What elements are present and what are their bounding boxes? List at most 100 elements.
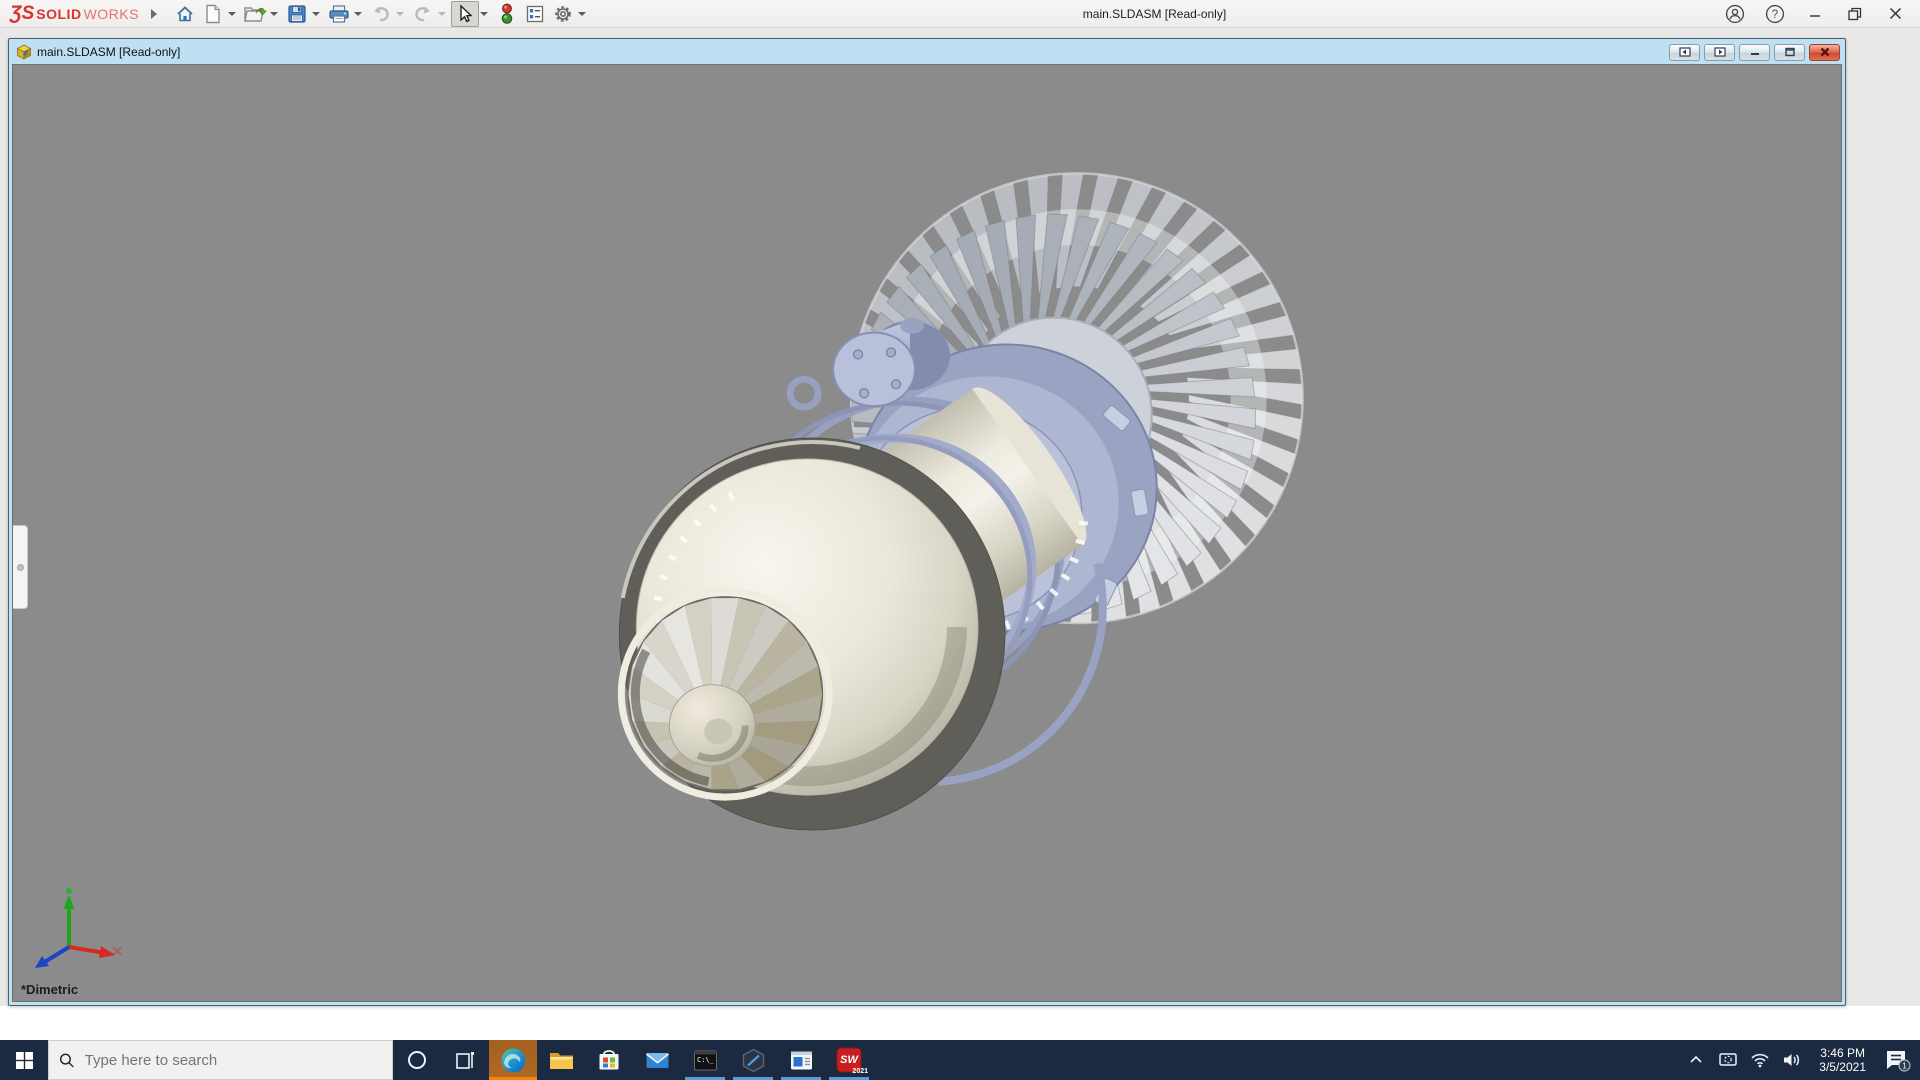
select-tool-button[interactable]: [450, 0, 479, 27]
connected-display-icon: [1719, 1053, 1738, 1066]
connected-display-button[interactable]: [1715, 1040, 1741, 1080]
statusbar-strip: [0, 1006, 1920, 1040]
new-document-icon: [206, 4, 220, 23]
chevron-up-icon: [1690, 1055, 1702, 1063]
open-icon: [244, 6, 267, 22]
collapse-left-pane-icon: [1678, 47, 1691, 57]
app-window-controls: ?: [1718, 1, 1912, 27]
undo-dropdown[interactable]: [395, 11, 404, 16]
notifications-icon: 1: [1887, 1051, 1911, 1072]
svg-text:?: ?: [1772, 9, 1778, 21]
windows-taskbar: C:\_ SW: [0, 1040, 1920, 1080]
help-button[interactable]: ?: [1758, 1, 1792, 27]
help-icon: ?: [1765, 4, 1785, 23]
new-document-button[interactable]: [199, 1, 227, 27]
menu-expand-arrow-icon[interactable]: [150, 8, 157, 19]
document-titlebar[interactable]: main.SLDASM [Read-only]: [12, 42, 1842, 64]
cortana-button[interactable]: [393, 1040, 441, 1080]
brand-solid: SOLID: [36, 6, 82, 22]
hexagon-app-button[interactable]: [729, 1040, 777, 1080]
doc-close-button[interactable]: [1809, 43, 1840, 61]
brand-works: WORKS: [83, 6, 139, 22]
quick-toolbar: [171, 0, 591, 28]
doc-close-icon: [1820, 47, 1829, 57]
redo-button[interactable]: [409, 1, 437, 27]
new-document-dropdown[interactable]: [227, 11, 236, 16]
home-button[interactable]: [171, 1, 199, 27]
exhaust-nozzle: [617, 437, 1007, 831]
restore-button[interactable]: [1838, 1, 1872, 27]
remote-window-app-button[interactable]: [777, 1040, 825, 1080]
open-button[interactable]: [241, 1, 269, 27]
doc-restore-button[interactable]: [1774, 43, 1805, 61]
account-button[interactable]: [1718, 1, 1752, 27]
document-window: main.SLDASM [Read-only] *Dimetric: [8, 38, 1846, 1006]
home-icon: [177, 5, 193, 21]
tray-overflow-button[interactable]: [1683, 1040, 1709, 1080]
solidworks-logo: ƷS SOLID WORKS: [10, 4, 139, 23]
save-icon: [288, 4, 306, 23]
wifi-button[interactable]: [1747, 1040, 1773, 1080]
cortana-icon: [408, 1051, 426, 1069]
store-icon: [599, 1050, 619, 1070]
svg-text:SW: SW: [840, 1054, 859, 1066]
undo-icon: [374, 6, 389, 21]
print-dropdown[interactable]: [353, 11, 362, 16]
minimize-button[interactable]: [1798, 1, 1832, 27]
print-icon: [329, 4, 349, 23]
file-explorer-icon: [549, 1052, 573, 1069]
select-cursor-icon: [460, 3, 473, 22]
view-orientation-label: *Dimetric: [21, 982, 79, 997]
redo-dropdown[interactable]: [437, 11, 446, 16]
doc-restore-icon: [1784, 47, 1795, 57]
options-list-button[interactable]: [521, 1, 549, 27]
command-prompt-button[interactable]: C:\_: [681, 1040, 729, 1080]
expand-right-pane-icon: [1713, 47, 1726, 57]
notification-center-button[interactable]: 1: [1880, 1040, 1914, 1080]
windows-logo-icon: [15, 1051, 33, 1069]
turbine-3d-model[interactable]: [13, 65, 1841, 1001]
app-titlebar: ƷS SOLID WORKS main.SLDASM [Read-only] ?: [0, 0, 1920, 28]
wifi-icon: [1751, 1053, 1769, 1068]
edge-button[interactable]: [489, 1040, 537, 1080]
print-button[interactable]: [325, 1, 353, 27]
search-icon: [59, 1053, 74, 1067]
app-window-title: main.SLDASM [Read-only]: [1082, 6, 1227, 21]
task-view-button[interactable]: [441, 1040, 489, 1080]
taskbar-clock[interactable]: 3:46 PM 3/5/2021: [1811, 1046, 1874, 1074]
options-list-icon: [526, 5, 544, 22]
expand-right-pane-button[interactable]: [1704, 43, 1735, 61]
mail-icon: [645, 1052, 669, 1068]
settings-dropdown[interactable]: [577, 11, 586, 16]
store-button[interactable]: [585, 1040, 633, 1080]
file-explorer-button[interactable]: [537, 1040, 585, 1080]
clock-time: 3:46 PM: [1820, 1046, 1865, 1060]
close-button[interactable]: [1878, 1, 1912, 27]
minimize-icon: [1810, 14, 1820, 17]
start-button[interactable]: [0, 1040, 48, 1080]
assembly-icon: [16, 44, 32, 60]
system-tray: 3:46 PM 3/5/2021 1: [1683, 1040, 1920, 1080]
search-input[interactable]: [84, 1051, 382, 1069]
pane-tab-grip-icon: [16, 563, 24, 571]
taskbar-search[interactable]: [48, 1040, 393, 1080]
settings-button[interactable]: [549, 1, 577, 27]
save-dropdown[interactable]: [311, 11, 320, 16]
taskbar-spacer: [873, 1040, 1683, 1080]
graphics-viewport[interactable]: *Dimetric: [12, 64, 1842, 1002]
doc-minimize-button[interactable]: [1739, 43, 1770, 61]
remote-window-app-icon: [790, 1051, 812, 1069]
svg-text:1: 1: [1902, 1062, 1907, 1071]
volume-button[interactable]: [1779, 1040, 1805, 1080]
collapse-left-pane-button[interactable]: [1669, 43, 1700, 61]
save-button[interactable]: [283, 1, 311, 27]
select-tool-dropdown[interactable]: [479, 11, 488, 16]
task-view-icon: [456, 1052, 474, 1069]
rebuild-traffic-light-icon: [501, 3, 513, 24]
undo-button[interactable]: [367, 1, 395, 27]
mail-button[interactable]: [633, 1040, 681, 1080]
open-dropdown[interactable]: [269, 11, 278, 16]
feature-tree-collapsed-tab[interactable]: [13, 525, 28, 609]
rebuild-button[interactable]: [493, 1, 521, 27]
solidworks-taskbar-button[interactable]: SW 2021: [825, 1040, 873, 1080]
